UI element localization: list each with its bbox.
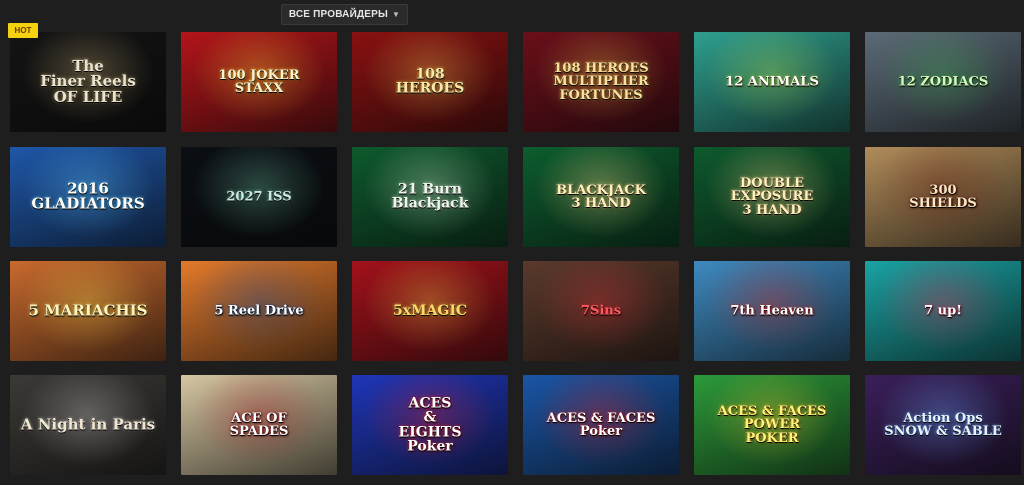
game-title: 7 up! bbox=[924, 303, 962, 319]
game-tile-ace-of-spades[interactable]: ACE OF SPADES bbox=[181, 375, 337, 475]
games-grid: HOT The Finer Reels OF LIFE 100 JOKER STA… bbox=[0, 0, 1024, 485]
game-tile-double-exposure-3-hand[interactable]: DOUBLE EXPOSURE 3 HAND bbox=[694, 147, 850, 247]
game-tile-21-burn-blackjack[interactable]: 21 Burn Blackjack bbox=[352, 147, 508, 247]
game-title: 108 HEROES MULTIPLIER FORTUNES bbox=[553, 61, 649, 103]
game-tile-12-animals[interactable]: 12 ANIMALS bbox=[694, 32, 850, 132]
game-tile-a-night-in-paris[interactable]: A Night in Paris bbox=[10, 375, 166, 475]
game-tile-7-up[interactable]: 7 up! bbox=[865, 261, 1021, 361]
game-tile-2016-gladiators[interactable]: 2016 GLADIATORS bbox=[10, 147, 166, 247]
game-tile-finer-reels-of-life[interactable]: The Finer Reels OF LIFE bbox=[10, 32, 166, 132]
game-title: BLACKJACK 3 HAND bbox=[556, 182, 646, 211]
game-title: 100 JOKER STAXX bbox=[218, 67, 300, 96]
game-tile-7-sins[interactable]: 7Sins bbox=[523, 261, 679, 361]
game-title: A Night in Paris bbox=[20, 415, 156, 434]
game-tile-blackjack-3-hand[interactable]: BLACKJACK 3 HAND bbox=[523, 147, 679, 247]
game-title: DOUBLE EXPOSURE 3 HAND bbox=[730, 176, 814, 218]
game-title: ACES & FACES POWER POKER bbox=[717, 404, 827, 446]
game-tile-5-mariachis[interactable]: 5 MARIACHIS bbox=[10, 261, 166, 361]
game-title: 7Sins bbox=[580, 303, 622, 319]
game-tile-action-ops-snow-and-sable[interactable]: Action Ops SNOW & SABLE bbox=[865, 375, 1021, 475]
game-tile-100-joker-staxx[interactable]: 100 JOKER STAXX bbox=[181, 32, 337, 132]
game-title: Action Ops SNOW & SABLE bbox=[884, 410, 1002, 439]
game-tile-aces-and-faces-poker[interactable]: ACES & FACES Poker bbox=[523, 375, 679, 475]
game-title: 5xMAGIC bbox=[392, 302, 468, 319]
game-tile-108-heroes-multiplier-fortunes[interactable]: 108 HEROES MULTIPLIER FORTUNES bbox=[523, 32, 679, 132]
game-title: 2027 ISS bbox=[226, 189, 292, 205]
game-tile-300-shields[interactable]: 300 SHIELDS bbox=[865, 147, 1021, 247]
game-title: ACES & EIGHTS Poker bbox=[398, 395, 462, 455]
hot-badge: HOT bbox=[8, 23, 38, 38]
game-title: 7th Heaven bbox=[730, 303, 814, 319]
game-tile-5-reel-drive[interactable]: 5 Reel Drive bbox=[181, 261, 337, 361]
game-title: 5 MARIACHIS bbox=[28, 301, 148, 320]
game-tile-5x-magic[interactable]: 5xMAGIC bbox=[352, 261, 508, 361]
game-title: 12 ANIMALS bbox=[725, 74, 819, 90]
game-tile-aces-and-faces-power-poker[interactable]: ACES & FACES POWER POKER bbox=[694, 375, 850, 475]
game-title: 12 ZODIACS bbox=[897, 74, 989, 90]
game-title: ACE OF SPADES bbox=[229, 410, 289, 439]
game-tile-aces-and-eights-poker[interactable]: ACES & EIGHTS Poker bbox=[352, 375, 508, 475]
game-title: 21 Burn Blackjack bbox=[391, 181, 469, 212]
game-title: 2016 GLADIATORS bbox=[31, 179, 145, 213]
game-tile-2027-iss[interactable]: 2027 ISS bbox=[181, 147, 337, 247]
game-title: 108 HEROES bbox=[395, 66, 465, 97]
game-title: 300 SHIELDS bbox=[909, 182, 977, 211]
game-tile-108-heroes[interactable]: 108 HEROES bbox=[352, 32, 508, 132]
game-tile-12-zodiacs[interactable]: 12 ZODIACS bbox=[865, 32, 1021, 132]
game-tile-7th-heaven[interactable]: 7th Heaven bbox=[694, 261, 850, 361]
game-title: The Finer Reels OF LIFE bbox=[40, 57, 136, 106]
game-title: ACES & FACES Poker bbox=[546, 410, 656, 439]
game-title: 5 Reel Drive bbox=[214, 303, 304, 319]
